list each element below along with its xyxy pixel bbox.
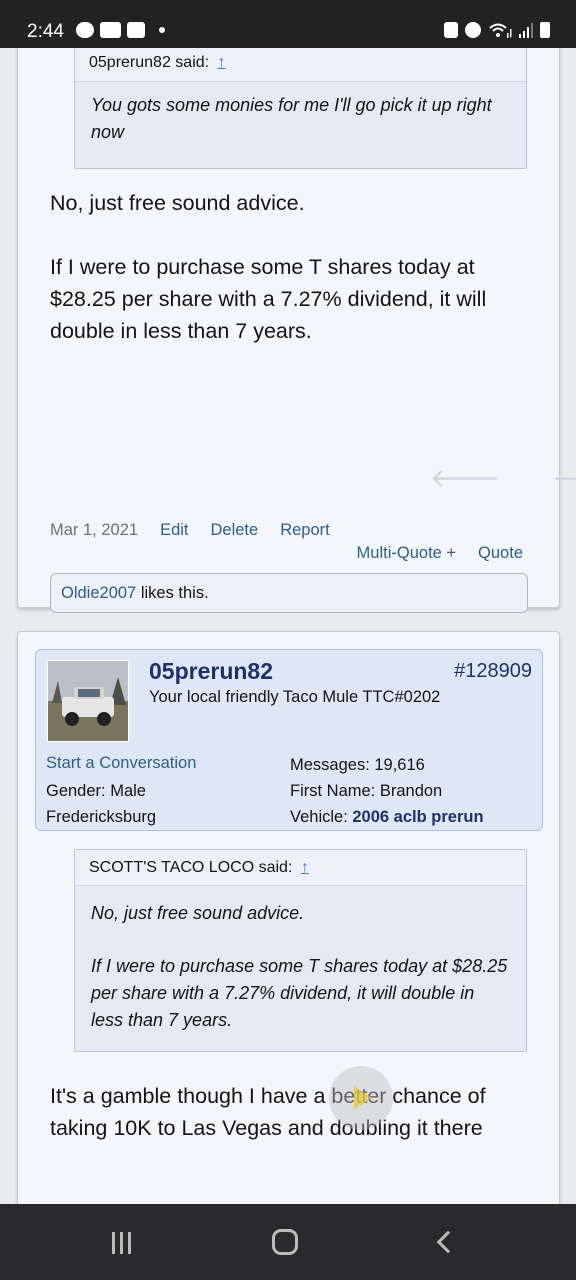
quote-header: SCOTT'S TACO LOCO said: ↑ [75, 850, 526, 886]
battery-saver-icon [444, 22, 458, 38]
arrow-left-icon[interactable]: 🡐 [430, 463, 500, 494]
quote-paragraph: No, just free sound advice. [91, 903, 305, 923]
image-icon [127, 22, 145, 38]
username-link[interactable]: 05prerun82 [149, 658, 273, 685]
post-number-link[interactable]: #128909 [454, 660, 532, 683]
quote-text: No, just free sound advice. If I were to… [75, 886, 526, 1048]
status-bar: 2:44 [0, 0, 576, 48]
message-paragraph: If I were to purchase some T shares toda… [50, 255, 487, 343]
start-conversation-link[interactable]: Start a Conversation [46, 754, 196, 773]
user-vehicle: Vehicle: 2006 aclb prerun [290, 808, 484, 827]
dot-icon [159, 27, 165, 33]
message-paragraph: It's a gamble though I have a better cha… [50, 1084, 486, 1140]
play-overlay-icon[interactable] [329, 1066, 393, 1130]
post-nav-arrows: 🡐 🡒 [430, 463, 576, 494]
quote-text: You gots some monies for me I'll go pick… [75, 82, 526, 160]
chat-icon [76, 22, 94, 38]
system-nav-bar [0, 1204, 576, 1280]
avatar[interactable] [47, 660, 129, 742]
user-first-name: First Name: Brandon [290, 782, 443, 800]
quote-paragraph: If I were to purchase some T shares toda… [91, 956, 508, 1030]
home-icon[interactable] [264, 1226, 304, 1258]
report-link[interactable]: Report [280, 521, 330, 540]
post: 05prerun82 said: ↑ You gots some monies … [17, 48, 576, 613]
message-body: It's a gamble though I have a better cha… [50, 1080, 540, 1144]
post-quote-actions: Multi-Quote + Quote [357, 544, 523, 563]
system-icons [444, 22, 550, 38]
vehicle-value: 2006 aclb prerun [352, 808, 484, 826]
user-messages: Messages: 19,616 [290, 756, 425, 774]
user-gender: Gender: Male [46, 782, 146, 800]
recent-apps-icon[interactable] [104, 1226, 144, 1258]
quote-author: SCOTT'S TACO LOCO said: [89, 859, 293, 876]
quote-author: 05prerun82 said: [89, 54, 210, 71]
post-actions: Mar 1, 2021 Edit Delete Report [50, 521, 330, 540]
user-title: Your local friendly Taco Mule TTC#0202 [149, 688, 441, 706]
alarm-icon [465, 22, 481, 38]
likes-text: likes this. [136, 584, 209, 602]
edit-link[interactable]: Edit [160, 521, 188, 540]
delete-link[interactable]: Delete [211, 521, 259, 540]
quote-block: 05prerun82 said: ↑ You gots some monies … [74, 48, 527, 169]
jump-to-quote-icon[interactable]: ↑ [301, 859, 309, 876]
message-paragraph: No, just free sound advice. [50, 191, 305, 215]
thread-content[interactable]: 05prerun82 said: ↑ You gots some monies … [0, 48, 576, 1204]
quote-paragraph: You gots some monies for me I'll go pick… [91, 95, 492, 142]
liker-link[interactable]: Oldie2007 [61, 584, 136, 602]
wifi-icon [489, 23, 512, 38]
quote-block: SCOTT'S TACO LOCO said: ↑ No, just free … [74, 849, 527, 1052]
post: 05prerun82 #128909 Your local friendly T… [17, 631, 560, 1204]
arrow-right-icon[interactable]: 🡒 [552, 463, 576, 494]
jump-to-quote-icon[interactable]: ↑ [218, 54, 226, 71]
notification-icons [76, 22, 165, 38]
back-icon[interactable] [426, 1226, 466, 1258]
user-location: Fredericksburg [46, 808, 157, 826]
vehicle-label: Vehicle: [290, 808, 353, 826]
user-info-box: 05prerun82 #128909 Your local friendly T… [35, 649, 543, 831]
message-body: No, just free sound advice. If I were to… [50, 187, 540, 347]
battery-icon [540, 22, 550, 38]
post-date[interactable]: Mar 1, 2021 [50, 521, 138, 540]
signal-icon [519, 23, 533, 38]
multi-quote-button[interactable]: Multi-Quote + [357, 544, 457, 563]
quote-header: 05prerun82 said: ↑ [75, 48, 526, 82]
quote-button[interactable]: Quote [478, 544, 523, 563]
likes-bar: Oldie2007 likes this. [50, 573, 528, 613]
status-time: 2:44 [27, 21, 64, 42]
bh-icon [100, 22, 121, 38]
